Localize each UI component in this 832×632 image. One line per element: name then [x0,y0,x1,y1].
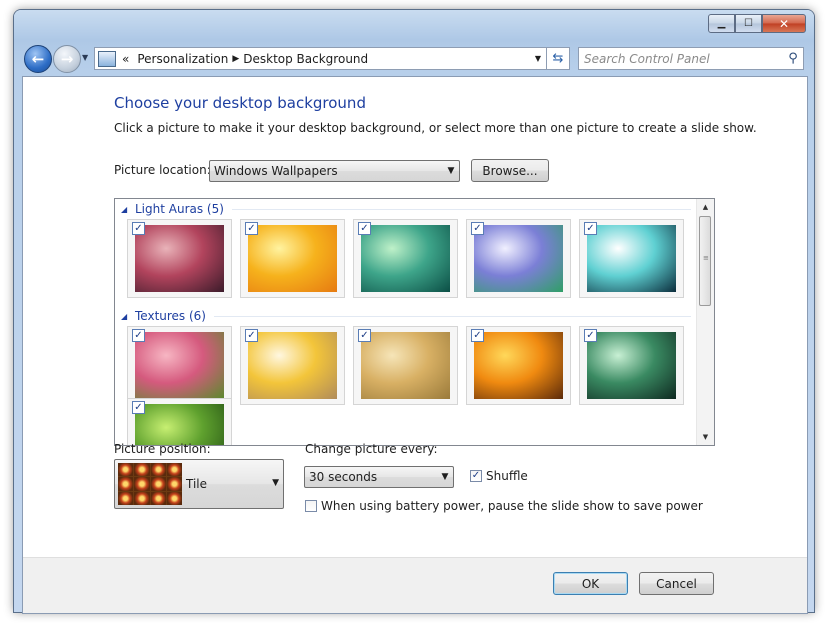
wallpaper-image [135,404,224,445]
dialog-footer: OK Cancel [23,557,807,613]
thumbnail-checkbox[interactable]: ✓ [471,329,484,342]
collapse-triangle-icon[interactable]: ◢ [121,205,135,214]
thumbnail-checkbox[interactable]: ✓ [584,329,597,342]
page-description: Click a picture to make it your desktop … [114,121,757,135]
thumbnail-checkbox[interactable]: ✓ [471,222,484,235]
search-box[interactable]: Search Control Panel ⚲ [578,47,804,70]
breadcrumb-personalization[interactable]: Personalization [137,52,228,66]
group-title: Light Auras (5) [135,202,224,216]
group-divider [214,315,691,317]
wallpaper-image [474,225,563,292]
group-header-light-auras[interactable]: ◢ Light Auras (5) [121,201,691,217]
wallpaper-image [135,332,224,399]
wallpaper-image [587,225,676,292]
picture-position-value: Tile [186,477,208,491]
content-area: Choose your desktop background Click a p… [22,76,808,614]
refresh-icon[interactable]: ⇆ [546,47,570,70]
scroll-up-icon[interactable]: ▲ [697,199,714,215]
chevron-down-icon: ▼ [447,166,455,176]
group-title: Textures (6) [135,309,206,323]
wallpaper-thumbnail[interactable]: ✓ [353,326,458,405]
vertical-scrollbar[interactable]: ▲ ≡ ▼ [696,199,714,445]
group-divider [231,208,691,210]
wallpaper-thumbnail[interactable]: ✓ [240,219,345,298]
thumbnail-checkbox[interactable]: ✓ [132,329,145,342]
thumbnail-checkbox[interactable]: ✓ [132,401,145,414]
scrollbar-thumb[interactable]: ≡ [699,216,711,306]
picture-location-value: Windows Wallpapers [214,164,338,178]
thumbnail-checkbox[interactable]: ✓ [358,329,371,342]
address-dropdown-icon[interactable]: ▼ [529,54,546,63]
wallpaper-image [474,332,563,399]
breadcrumb-separator-icon[interactable]: ▶ [232,54,239,64]
wallpaper-image [361,225,450,292]
picture-position-label: Picture position: [114,442,211,456]
battery-pause-label[interactable]: When using battery power, pause the slid… [321,499,703,513]
battery-pause-checkbox[interactable] [305,500,317,512]
wallpaper-image [248,332,337,399]
ok-button[interactable]: OK [553,572,628,595]
chevron-down-icon: ▼ [441,472,449,482]
wallpaper-thumbnail[interactable]: ✓ [579,326,684,405]
picture-location-label: Picture location: [114,163,211,177]
wallpaper-thumbnail[interactable]: ✓ [127,219,232,298]
shuffle-checkbox[interactable]: ✓ [470,470,482,482]
breadcrumb-desktop-background[interactable]: Desktop Background [243,52,368,66]
thumbnail-checkbox[interactable]: ✓ [245,222,258,235]
search-input[interactable]: Search Control Panel [584,52,783,66]
wallpaper-thumbnail[interactable]: ✓ [127,398,232,445]
wallpaper-image [361,332,450,399]
search-icon[interactable]: ⚲ [783,51,803,66]
browse-button[interactable]: Browse... [471,159,549,182]
minimize-icon[interactable]: ▁ [708,14,735,33]
wallpaper-gallery: ◢ Light Auras (5) ✓ ✓ ✓ ✓ ✓ ◢ Textures (6) ✓… [114,198,715,446]
wallpaper-thumbnail[interactable]: ✓ [127,326,232,405]
wallpaper-image [587,332,676,399]
thumbnail-checkbox[interactable]: ✓ [245,329,258,342]
thumbnail-checkbox[interactable]: ✓ [584,222,597,235]
breadcrumb-overflow[interactable]: « [122,52,129,66]
navigation-bar: ← → ▼ « Personalization ▶ Desktop Backgr… [22,42,804,76]
scroll-down-icon[interactable]: ▼ [697,429,714,445]
picture-location-select[interactable]: Windows Wallpapers ▼ [209,160,460,182]
group-header-textures[interactable]: ◢ Textures (6) [121,308,691,324]
forward-arrow-icon[interactable]: → [53,45,81,73]
thumbnail-checkbox[interactable]: ✓ [358,222,371,235]
tile-preview-icon [118,463,182,505]
wallpaper-thumbnail[interactable]: ✓ [579,219,684,298]
wallpaper-thumbnail[interactable]: ✓ [353,219,458,298]
close-icon[interactable]: ✕ [762,14,806,33]
window: ▁ ☐ ✕ ← → ▼ « Personalization ▶ Desktop … [14,10,814,614]
grip-icon: ≡ [703,254,709,262]
caption-buttons: ▁ ☐ ✕ [708,14,806,33]
wallpaper-thumbnail[interactable]: ✓ [466,219,571,298]
back-arrow-icon[interactable]: ← [24,45,52,73]
picture-position-select[interactable]: Tile ▼ [114,459,284,509]
shuffle-label[interactable]: Shuffle [486,469,528,483]
maximize-icon[interactable]: ☐ [735,14,762,33]
control-panel-icon [98,50,116,67]
wallpaper-thumbnail[interactable]: ✓ [240,326,345,405]
wallpaper-image [135,225,224,292]
recent-pages-chevron-icon[interactable]: ▼ [82,53,88,62]
chevron-down-icon: ▼ [272,478,279,488]
thumbnail-checkbox[interactable]: ✓ [132,222,145,235]
interval-value: 30 seconds [309,470,378,484]
collapse-triangle-icon[interactable]: ◢ [121,312,135,321]
change-picture-label: Change picture every: [305,442,438,456]
cancel-button[interactable]: Cancel [639,572,714,595]
interval-select[interactable]: 30 seconds ▼ [304,466,454,488]
wallpaper-thumbnail[interactable]: ✓ [466,326,571,405]
page-title: Choose your desktop background [114,94,366,112]
address-bar[interactable]: « Personalization ▶ Desktop Background ▼ [94,47,547,70]
wallpaper-image [248,225,337,292]
